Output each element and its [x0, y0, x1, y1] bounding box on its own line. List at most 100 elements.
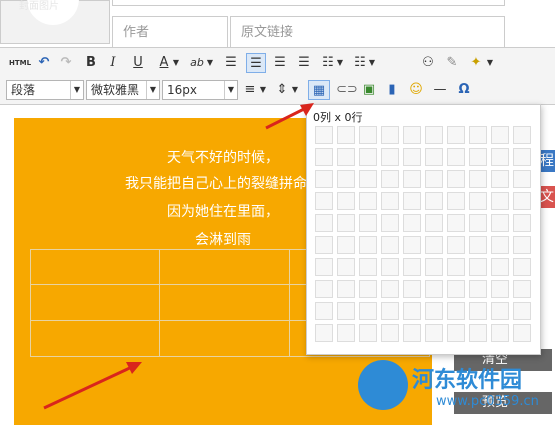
- font-family-select[interactable]: 微软雅黑 ▼: [86, 80, 160, 100]
- table-picker-cell[interactable]: [469, 258, 487, 276]
- table-picker-cell[interactable]: [315, 192, 333, 210]
- table-picker-cell[interactable]: [403, 170, 421, 188]
- table-picker-cell[interactable]: [491, 214, 509, 232]
- table-picker-cell[interactable]: [447, 126, 465, 144]
- eraser-icon[interactable]: ✎: [444, 53, 460, 73]
- numbered-list-dropdown-icon[interactable]: ▼: [368, 53, 376, 73]
- table-picker-grid[interactable]: [315, 126, 533, 346]
- table-picker-cell[interactable]: [491, 236, 509, 254]
- table-picker-cell[interactable]: [425, 126, 443, 144]
- table-picker-cell[interactable]: [359, 214, 377, 232]
- paragraph-select[interactable]: 段落 ▼: [6, 80, 84, 100]
- table-picker-cell[interactable]: [447, 302, 465, 320]
- table-picker-cell[interactable]: [491, 302, 509, 320]
- format-painter-dropdown-icon[interactable]: ▼: [486, 53, 494, 73]
- table-cell[interactable]: [159, 320, 290, 357]
- author-field[interactable]: 作者: [112, 16, 228, 48]
- table-picker-cell[interactable]: [491, 192, 509, 210]
- table-picker-cell[interactable]: [513, 302, 531, 320]
- table-picker-cell[interactable]: [337, 170, 355, 188]
- align-left-icon[interactable]: ☰: [223, 53, 239, 73]
- table-picker-cell[interactable]: [469, 302, 487, 320]
- font-color-dropdown-icon[interactable]: ▼: [172, 53, 180, 73]
- table-picker-cell[interactable]: [491, 258, 509, 276]
- table-cell[interactable]: [30, 284, 160, 321]
- table-picker-cell[interactable]: [425, 280, 443, 298]
- horizontal-rule-button[interactable]: —: [432, 80, 448, 100]
- table-picker-cell[interactable]: [381, 192, 399, 210]
- table-picker-cell[interactable]: [513, 280, 531, 298]
- side-tab-article[interactable]: 文: [539, 186, 555, 208]
- table-picker-cell[interactable]: [447, 258, 465, 276]
- underline-button[interactable]: U: [130, 53, 146, 73]
- table-picker-cell[interactable]: [337, 148, 355, 166]
- table-picker-cell[interactable]: [447, 148, 465, 166]
- table-picker-cell[interactable]: [337, 126, 355, 144]
- table-picker-cell[interactable]: [469, 214, 487, 232]
- table-picker-cell[interactable]: [403, 214, 421, 232]
- table-picker-cell[interactable]: [403, 280, 421, 298]
- table-picker-cell[interactable]: [315, 148, 333, 166]
- special-char-button[interactable]: Ω: [456, 80, 472, 100]
- highlight-button[interactable]: ab: [188, 53, 206, 73]
- table-picker-cell[interactable]: [425, 214, 443, 232]
- table-cell[interactable]: [30, 320, 160, 357]
- table-picker-cell[interactable]: [425, 258, 443, 276]
- table-cell[interactable]: [159, 249, 290, 285]
- table-picker-cell[interactable]: [359, 236, 377, 254]
- table-picker-cell[interactable]: [425, 324, 443, 342]
- line-height-dropdown-icon[interactable]: ▼: [291, 80, 299, 100]
- align-justify-icon[interactable]: ☰: [296, 53, 312, 73]
- table-picker-cell[interactable]: [403, 236, 421, 254]
- table-picker-cell[interactable]: [359, 192, 377, 210]
- table-picker-cell[interactable]: [513, 324, 531, 342]
- paragraph-spacing-icon[interactable]: ≡: [242, 80, 258, 100]
- table-picker-cell[interactable]: [315, 170, 333, 188]
- undo-icon[interactable]: ↶: [36, 53, 52, 73]
- table-picker-cell[interactable]: [315, 302, 333, 320]
- image-icon[interactable]: ▣: [360, 80, 378, 100]
- format-painter-icon[interactable]: ✦: [468, 53, 484, 73]
- table-picker-cell[interactable]: [359, 126, 377, 144]
- bulleted-list-icon[interactable]: ☷: [320, 53, 336, 73]
- table-picker-cell[interactable]: [337, 192, 355, 210]
- table-picker-cell[interactable]: [315, 324, 333, 342]
- highlight-dropdown-icon[interactable]: ▼: [206, 53, 214, 73]
- table-picker-cell[interactable]: [403, 258, 421, 276]
- table-picker-cell[interactable]: [491, 126, 509, 144]
- table-picker-cell[interactable]: [513, 170, 531, 188]
- find-replace-icon[interactable]: ⚇: [420, 53, 436, 73]
- table-picker-cell[interactable]: [513, 148, 531, 166]
- bold-button[interactable]: B: [84, 53, 98, 73]
- video-icon[interactable]: ▮: [384, 80, 400, 100]
- font-color-button[interactable]: A: [156, 53, 172, 73]
- table-picker-cell[interactable]: [513, 214, 531, 232]
- table-picker-cell[interactable]: [359, 148, 377, 166]
- table-picker-cell[interactable]: [359, 324, 377, 342]
- table-picker-cell[interactable]: [359, 302, 377, 320]
- table-picker-cell[interactable]: [359, 280, 377, 298]
- insert-table-icon[interactable]: ▦: [308, 80, 330, 100]
- table-picker-cell[interactable]: [315, 280, 333, 298]
- table-picker-cell[interactable]: [469, 280, 487, 298]
- table-picker-cell[interactable]: [447, 236, 465, 254]
- table-picker-cell[interactable]: [491, 324, 509, 342]
- table-picker-cell[interactable]: [337, 236, 355, 254]
- table-picker-cell[interactable]: [513, 258, 531, 276]
- numbered-list-icon[interactable]: ☷: [352, 53, 368, 73]
- table-cell[interactable]: [30, 249, 160, 285]
- table-picker-cell[interactable]: [491, 280, 509, 298]
- paragraph-spacing-dropdown-icon[interactable]: ▼: [259, 80, 267, 100]
- italic-button[interactable]: I: [106, 53, 120, 73]
- table-picker-cell[interactable]: [425, 148, 443, 166]
- table-picker-cell[interactable]: [337, 324, 355, 342]
- table-picker-cell[interactable]: [513, 236, 531, 254]
- table-picker-cell[interactable]: [337, 280, 355, 298]
- table-picker-cell[interactable]: [381, 236, 399, 254]
- table-picker-cell[interactable]: [469, 170, 487, 188]
- table-picker-cell[interactable]: [469, 192, 487, 210]
- table-picker-cell[interactable]: [381, 148, 399, 166]
- redo-icon[interactable]: ↷: [58, 53, 74, 73]
- emoticon-icon[interactable]: ☺: [408, 80, 424, 100]
- table-picker-cell[interactable]: [359, 258, 377, 276]
